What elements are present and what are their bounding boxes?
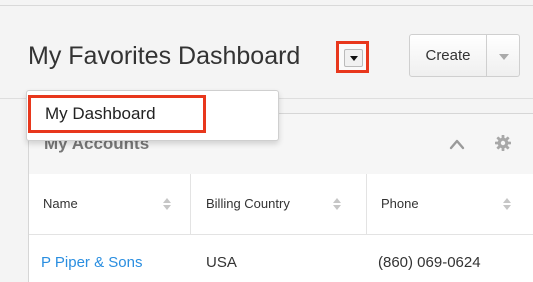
dashboard-dropdown-menu: My Dashboard (26, 90, 279, 141)
chevron-up-icon[interactable] (449, 138, 465, 150)
sort-icon (163, 198, 171, 210)
column-label-name: Name (43, 196, 78, 211)
account-name-link[interactable]: P Piper & Sons (41, 254, 142, 271)
gear-icon[interactable] (495, 135, 511, 151)
page-title: My Favorites Dashboard (28, 42, 301, 70)
create-button-group: Create (409, 34, 520, 77)
create-menu-toggle[interactable] (487, 34, 520, 77)
column-header-billing-country[interactable]: Billing Country (191, 174, 367, 234)
table-row: P Piper & Sons USA (860) 069-0624 (29, 235, 533, 282)
sort-icon (503, 198, 511, 210)
dashboard-dropdown-toggle[interactable] (336, 41, 369, 73)
menu-item-my-dashboard[interactable]: My Dashboard (28, 95, 206, 133)
phone-cell: (860) 069-0624 (378, 254, 481, 271)
dropdown-toggle-box (344, 49, 363, 67)
column-header-name[interactable]: Name (29, 174, 191, 234)
table-header-row: Name Billing Country Phone (29, 174, 533, 235)
column-label-phone: Phone (381, 196, 419, 211)
column-header-phone[interactable]: Phone (367, 174, 533, 234)
caret-down-icon (499, 54, 509, 60)
column-label-billing-country: Billing Country (206, 196, 290, 211)
create-button[interactable]: Create (409, 34, 487, 77)
top-divider (0, 5, 533, 6)
sort-icon (333, 198, 341, 210)
billing-country-cell: USA (206, 254, 237, 271)
caret-down-icon (350, 56, 358, 61)
